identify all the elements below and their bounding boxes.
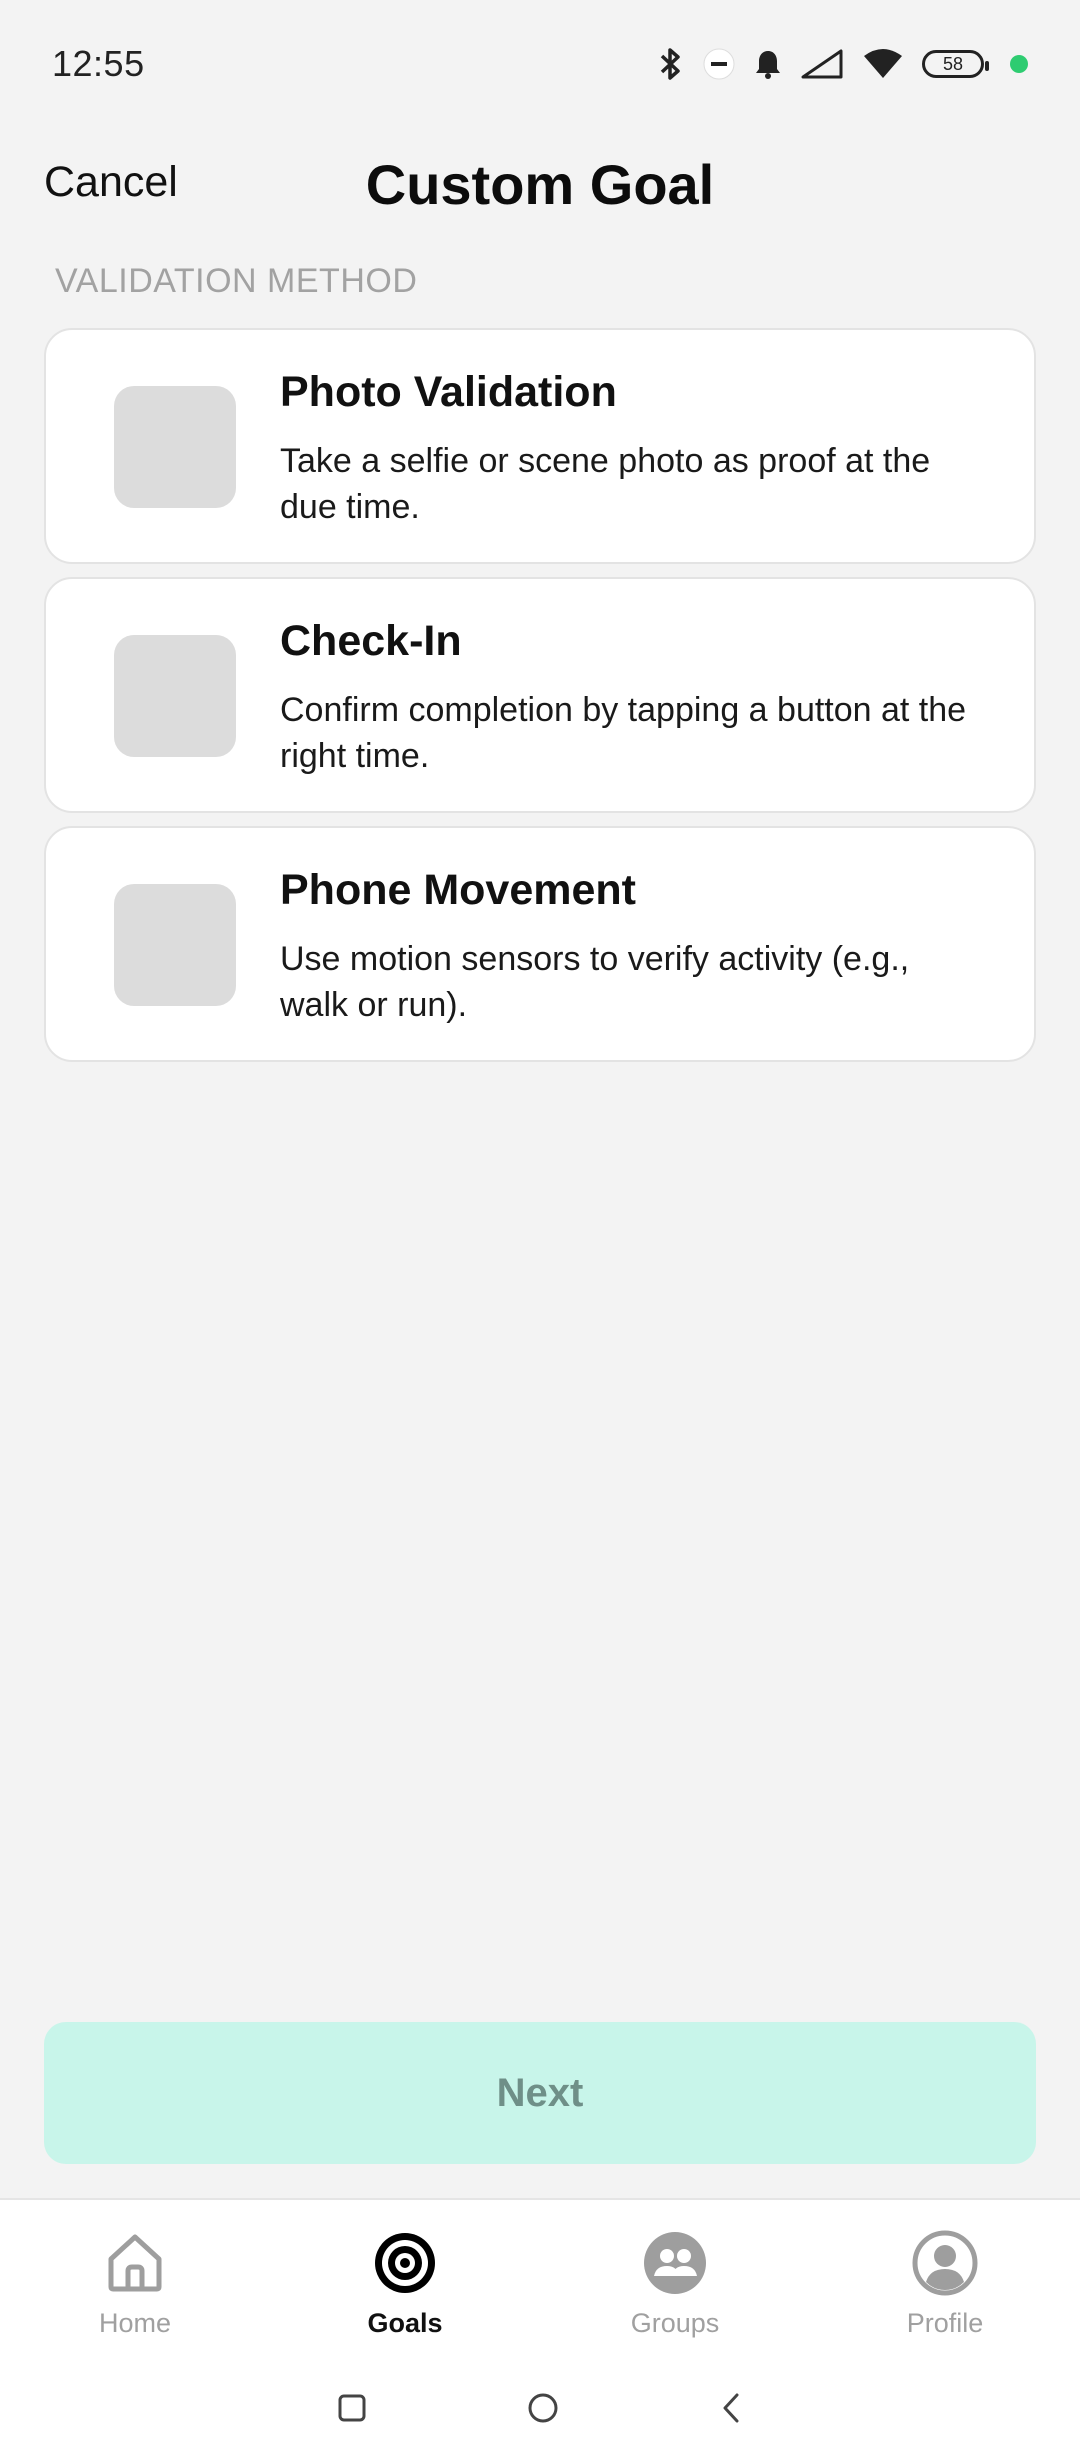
status-time: 12:55 <box>52 43 145 84</box>
battery-level: 58 <box>942 53 964 74</box>
option-description: Use motion sensors to verify activity (e… <box>280 940 910 1024</box>
bell-icon <box>754 48 782 80</box>
movement-placeholder-icon <box>114 884 236 1006</box>
nav-label-profile: Profile <box>906 2308 984 2338</box>
home-system-button[interactable] <box>527 2392 559 2429</box>
option-title: Phone Movement <box>280 866 636 914</box>
option-check-in[interactable]: Check-In Confirm completion by tapping a… <box>44 577 1036 813</box>
status-icons: 58 <box>658 46 1028 82</box>
back-button[interactable] <box>719 2392 743 2429</box>
validation-options: Photo Validation Take a selfie or scene … <box>44 328 1036 1075</box>
profile-icon <box>912 2230 978 2296</box>
nav-item-goals[interactable]: Goals <box>270 2200 540 2360</box>
next-button[interactable]: Next <box>44 2022 1036 2164</box>
target-icon <box>372 2230 438 2296</box>
section-label: VALIDATION METHOD <box>55 262 418 300</box>
option-description: Take a selfie or scene photo as proof at… <box>280 442 931 526</box>
status-dot <box>1010 55 1028 73</box>
nav-item-profile[interactable]: Profile <box>810 2200 1080 2360</box>
page-title: Custom Goal <box>365 153 715 216</box>
bluetooth-icon <box>658 46 684 82</box>
header: Cancel Custom Goal <box>0 140 1080 230</box>
bottom-nav: Home Goals Groups Profile <box>0 2198 1080 2460</box>
system-navigation <box>0 2360 1080 2460</box>
photo-placeholder-icon <box>114 386 236 508</box>
groups-icon <box>642 2230 708 2296</box>
option-description: Confirm completion by tapping a button a… <box>280 691 967 775</box>
status-bar: 12:55 58 <box>0 0 1080 128</box>
signal-icon <box>800 48 844 80</box>
check-in-placeholder-icon <box>114 635 236 757</box>
nav-label-goals: Goals <box>367 2308 443 2338</box>
recents-button[interactable] <box>337 2393 367 2428</box>
option-title: Check-In <box>280 617 462 665</box>
battery-icon: 58 <box>922 50 989 78</box>
dnd-icon <box>702 47 736 81</box>
option-photo-validation[interactable]: Photo Validation Take a selfie or scene … <box>44 328 1036 564</box>
option-phone-movement[interactable]: Phone Movement Use motion sensors to ver… <box>44 826 1036 1062</box>
wifi-icon <box>862 48 904 80</box>
nav-item-groups[interactable]: Groups <box>540 2200 810 2360</box>
home-icon <box>102 2230 168 2296</box>
option-title: Photo Validation <box>280 368 617 416</box>
nav-label-groups: Groups <box>630 2308 720 2338</box>
nav-label-home: Home <box>98 2308 172 2338</box>
nav-item-home[interactable]: Home <box>0 2200 270 2360</box>
